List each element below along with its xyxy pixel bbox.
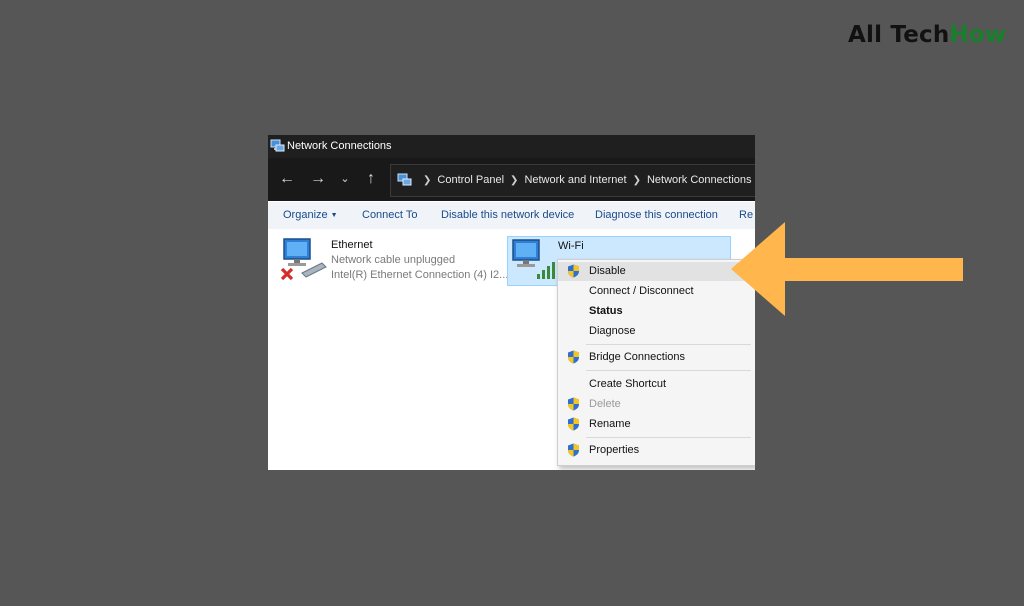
ethernet-adapter-icon [280,238,327,281]
menu-item-label: Rename [589,418,631,430]
network-connections-icon [270,139,285,152]
menu-item-label: Diagnose [589,325,636,337]
menu-item-delete: Delete [558,395,755,414]
address-bar[interactable]: ❯ Control Panel ❯ Network and Internet ❯ Netw… [390,164,755,197]
address-toolbar: ← → ⌄ ↑ ❯ Control Panel ❯ Network and Inter… [268,158,755,201]
rename-connection-button[interactable]: Re [739,209,753,221]
menu-item-properties[interactable]: Properties [558,441,755,460]
breadcrumb-network-and-internet[interactable]: Network and Internet [524,174,626,186]
network-connections-window: Network Connections ← → ⌄ ↑ ❯ Control Pan… [268,135,755,470]
menu-item-bridge-connections[interactable]: Bridge Connections [558,348,755,367]
ethernet-name: Ethernet [331,239,373,251]
uac-shield-icon [568,350,579,364]
menu-separator [586,437,751,438]
menu-separator [586,344,751,345]
back-arrow-icon[interactable]: ← [276,169,298,189]
menu-item-connect-disconnect[interactable]: Connect / Disconnect [558,282,755,301]
menu-item-label: Connect / Disconnect [589,285,694,297]
connect-to-button[interactable]: Connect To [362,209,417,221]
logo-text-accent: How [949,22,1007,48]
menu-separator [586,370,751,371]
annotation-arrow-icon [731,222,963,316]
breadcrumb-control-panel[interactable]: Control Panel [437,174,504,186]
organize-menu-button[interactable]: Organize ▼ [283,209,338,221]
uac-shield-icon [568,264,579,278]
menu-item-create-shortcut[interactable]: Create Shortcut [558,375,755,394]
uac-shield-icon [568,417,579,431]
menu-item-diagnose[interactable]: Diagnose [558,322,755,341]
logo-text-primary: All Tech [848,22,950,48]
window-title: Network Connections [287,140,392,152]
menu-item-label: Delete [589,398,621,410]
breadcrumb-network-connections[interactable]: Network Connections [647,174,752,186]
menu-item-status[interactable]: Status [558,302,755,321]
chevron-down-icon: ▼ [330,212,338,219]
diagnose-connection-button[interactable]: Diagnose this connection [595,209,718,221]
title-bar: Network Connections [268,135,755,158]
menu-item-label: Status [589,305,623,317]
up-arrow-icon[interactable]: ↑ [360,169,382,189]
menu-item-disable[interactable]: Disable [558,262,755,281]
ethernet-status: Network cable unplugged [331,254,456,266]
ethernet-connection-item[interactable]: Ethernet Network cable unplugged Intel(R… [280,235,510,287]
breadcrumb: ❯ Control Panel ❯ Network and Internet ❯ Netw… [423,174,752,186]
site-logo: All TechHow [848,22,1006,48]
menu-item-label: Properties [589,444,640,456]
forward-arrow-icon[interactable]: → [307,169,329,189]
menu-item-label: Bridge Connections [589,351,686,363]
uac-shield-icon [568,443,579,457]
ethernet-device: Intel(R) Ethernet Connection (4) I2... [331,269,509,281]
command-bar: Organize ▼ Connect To Disable this networ… [268,202,755,229]
menu-item-rename[interactable]: Rename [558,415,755,434]
wifi-name: Wi-Fi [558,240,584,252]
organize-label: Organize [283,209,328,221]
context-menu: Disable Connect / Disconnect Status Diag… [557,259,755,466]
recent-dropdown-icon[interactable]: ⌄ [334,169,356,189]
menu-item-label: Create Shortcut [589,378,667,390]
uac-shield-icon [568,397,579,411]
wifi-adapter-icon [512,239,555,279]
menu-item-label: Disable [589,265,626,277]
control-panel-icon [397,173,412,186]
disable-device-button[interactable]: Disable this network device [441,209,574,221]
